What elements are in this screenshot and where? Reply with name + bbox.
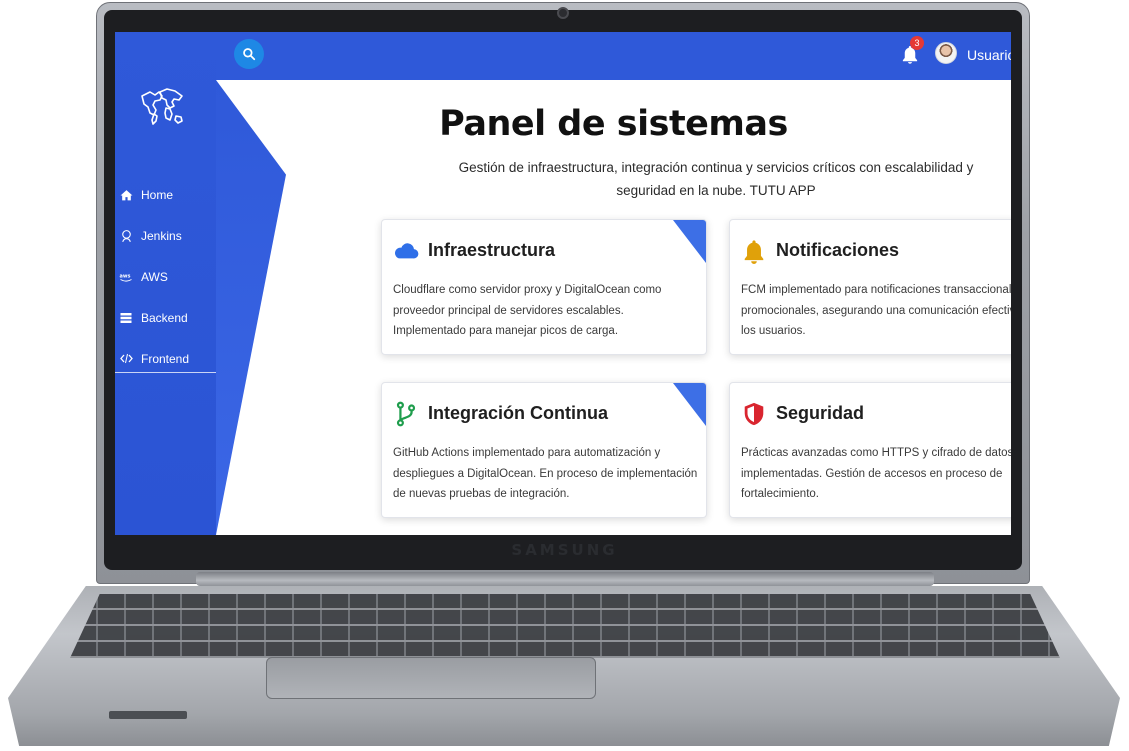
- card-text: GitHub Actions implementado para automat…: [393, 447, 698, 500]
- sidebar-divider: [115, 372, 216, 373]
- bell-icon: [744, 240, 764, 264]
- app-screen: ✕ 3 Usuario: [115, 32, 1011, 535]
- card-title: Notificaciones: [776, 240, 900, 260]
- card-text: Prácticas avanzadas como HTTPS y cifrado…: [741, 447, 1011, 500]
- user-avatar[interactable]: [935, 42, 957, 64]
- sidebar-item-backend[interactable]: Backend: [115, 297, 216, 338]
- laptop-touchpad: [266, 657, 596, 699]
- search-icon: [243, 48, 256, 61]
- aws-icon: aws: [119, 270, 133, 284]
- card-seguridad[interactable]: Seguridad Prácticas avanzadas como HTTPS…: [729, 382, 1011, 518]
- notification-count-badge: 3: [910, 36, 924, 50]
- world-map-logo-icon: [141, 88, 183, 125]
- sidebar-item-label: Backend: [141, 310, 188, 325]
- webcam: [557, 7, 569, 19]
- sidebar-item-label: Jenkins: [141, 228, 182, 243]
- svg-text:aws: aws: [120, 273, 131, 279]
- sidebar-item-home[interactable]: Home: [115, 174, 216, 215]
- server-icon: [119, 311, 133, 325]
- card-title: Seguridad: [776, 403, 865, 423]
- card-title: Infraestructura: [428, 240, 556, 260]
- shield-icon: [744, 402, 764, 426]
- git-branch-icon: [396, 401, 416, 427]
- card-infraestructura[interactable]: Infraestructura Cloudflare como servidor…: [381, 219, 707, 355]
- code-icon: [119, 352, 133, 366]
- main-content: Panel de sistemas Gestión de infraestruc…: [216, 80, 1011, 535]
- card-corner-accent: [673, 383, 706, 426]
- cloud-icon: [395, 243, 419, 259]
- page-title: Panel de sistemas: [439, 104, 788, 144]
- sidebar-nav: Home Jenkins aws AWS Backend Frontend: [115, 174, 216, 379]
- card-integracion-continua[interactable]: Integración Continua GitHub Actions impl…: [381, 382, 707, 518]
- sidebar-item-jenkins[interactable]: Jenkins: [115, 215, 216, 256]
- sidebar-item-label: Frontend: [141, 351, 190, 366]
- card-title: Integración Continua: [428, 403, 608, 423]
- sidebar-item-aws[interactable]: aws AWS: [115, 256, 216, 297]
- sidebar-item-label: AWS: [141, 269, 168, 284]
- search-button[interactable]: [234, 39, 264, 69]
- page-subtitle: Gestión de infraestructura, integración …: [458, 160, 974, 198]
- jenkins-icon: [119, 229, 133, 243]
- username-label[interactable]: Usuario: [967, 47, 1011, 63]
- card-text: FCM implementado para notificaciones tra…: [741, 284, 1011, 337]
- laptop-card-slot: [109, 711, 187, 719]
- laptop-hinge: [196, 572, 934, 586]
- top-bar: ✕ 3 Usuario: [115, 32, 1011, 80]
- laptop-keyboard: [70, 594, 1060, 658]
- card-notificaciones[interactable]: Notificaciones FCM implementado para not…: [729, 219, 1011, 355]
- card-text: Cloudflare como servidor proxy y Digital…: [393, 284, 662, 337]
- sidebar: Home Jenkins aws AWS Backend Frontend: [115, 32, 216, 535]
- laptop-brand-label: SAMSUNG: [511, 541, 618, 559]
- sidebar-item-label: Home: [141, 187, 174, 202]
- card-corner-accent: [673, 220, 706, 263]
- home-icon: [119, 188, 133, 202]
